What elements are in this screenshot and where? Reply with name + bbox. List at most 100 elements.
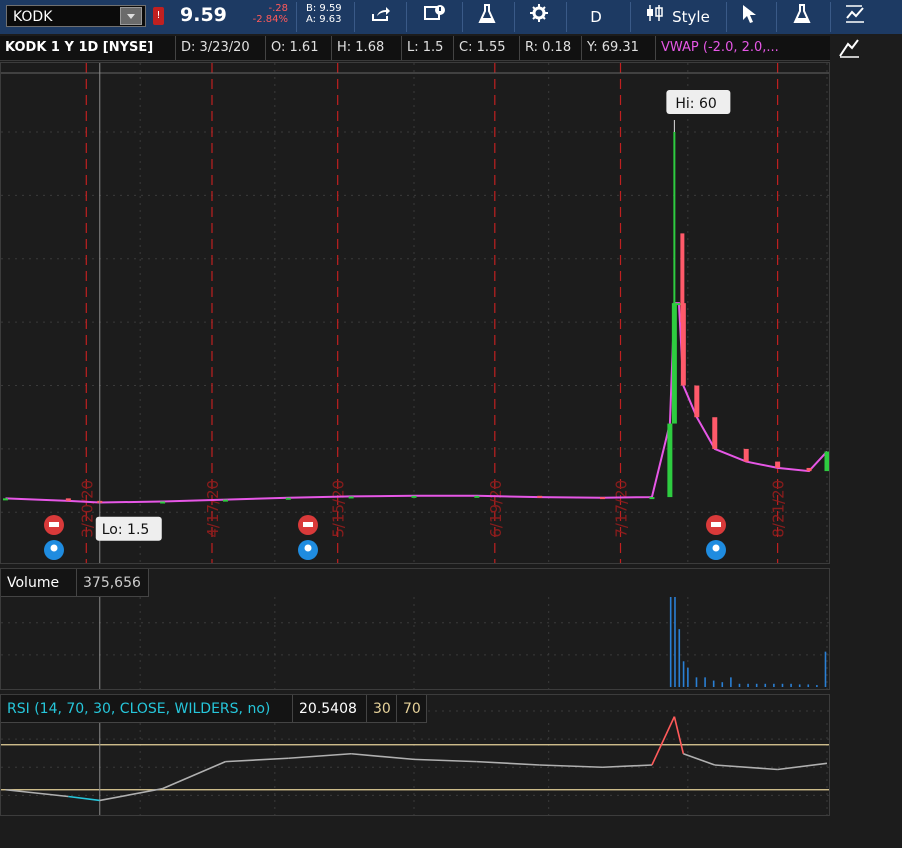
expiration-label: 6/19/20: [487, 480, 505, 538]
period-button[interactable]: D: [582, 4, 610, 30]
alert-flag-icon[interactable]: !: [153, 7, 164, 25]
volume-bar: [704, 677, 706, 687]
header-low: L: 1.5: [402, 36, 454, 60]
price-pane[interactable]: 3/20/20 4/17/20 5/15/20 6/19/20 7/17/20 8/21/…: [0, 62, 830, 564]
rsi-segment: [68, 795, 100, 802]
rsi-study-label[interactable]: RSI (14, 70, 30, CLOSE, WILDERS, no): [1, 695, 293, 723]
volume-bar: [674, 597, 676, 687]
price-candle: [537, 495, 543, 498]
studies-flask-icon[interactable]: [474, 4, 500, 30]
style-menu[interactable]: Style: [668, 4, 714, 30]
candle-style-icon[interactable]: [644, 4, 666, 30]
volume-bar: [730, 677, 732, 687]
expiration-label: 7/17/20: [613, 480, 631, 538]
ask: A: 9.63: [306, 14, 342, 25]
divider: [514, 2, 515, 32]
chart-title[interactable]: KODK 1 Y 1D [NYSE]: [0, 36, 176, 60]
lightbulb-glyph: [712, 544, 720, 552]
divider: [354, 2, 355, 32]
rsi-axis: [832, 694, 902, 816]
volume-bar: [682, 661, 685, 687]
header-close: C: 1.55: [454, 36, 520, 60]
price-candle: [2, 498, 8, 501]
volume-bar: [798, 684, 801, 687]
volume-bar: [781, 683, 784, 687]
expiration-label: 5/15/20: [330, 480, 348, 538]
divider: [406, 2, 407, 32]
chart-style-icon[interactable]: [838, 38, 860, 62]
lightbulb-glyph: [304, 544, 312, 552]
pct-change: -2.84%: [252, 14, 288, 25]
divider: [776, 2, 777, 32]
price-candle: [806, 467, 812, 472]
price-candle: [474, 495, 480, 498]
earnings-icon-glyph: [49, 522, 59, 527]
volume-bar: [816, 685, 818, 687]
volume-axis: [832, 568, 902, 690]
rsi-segment: [714, 764, 778, 771]
header-open: O: 1.61: [266, 36, 332, 60]
volume-bar: [678, 629, 681, 687]
rsi-value: 20.5408: [293, 695, 367, 723]
bid: B: 9.59: [306, 3, 342, 14]
price-axis: [832, 62, 902, 564]
cursor-icon[interactable]: [738, 4, 760, 30]
volume-bar: [755, 683, 758, 687]
header-range: R: 0.18: [520, 36, 582, 60]
price-candle: [285, 497, 291, 500]
earnings-icon-glyph: [711, 522, 721, 527]
price-candle: [712, 417, 718, 449]
expiration-label: 8/21/20: [770, 480, 788, 538]
expiration-label: 4/17/20: [204, 480, 222, 538]
rsi-pane[interactable]: RSI (14, 70, 30, CLOSE, WILDERS, no) 20.…: [0, 694, 830, 816]
expiration-label: 3/20/20: [78, 480, 96, 538]
price-candle: [65, 498, 71, 501]
volume-bar: [773, 683, 775, 687]
rsi-oversold-level: 30: [367, 695, 397, 723]
settings-gear-icon[interactable]: [526, 4, 552, 30]
rsi-segment: [288, 752, 352, 760]
volume-bar: [712, 680, 715, 687]
earnings-icon-glyph: [303, 522, 313, 527]
volume-bar: [669, 597, 672, 687]
time-axis: [0, 816, 902, 848]
volume-pane[interactable]: Volume 375,656: [0, 568, 830, 690]
rsi-segment: [777, 762, 828, 771]
price-chart[interactable]: 3/20/20 4/17/20 5/15/20 6/19/20 7/17/20 8/21/…: [1, 63, 829, 563]
rsi-segment: [476, 760, 540, 766]
price-candle: [600, 497, 606, 500]
rsi-segment: [602, 764, 652, 769]
header-high: H: 1.68: [332, 36, 402, 60]
price-change: -.28 -2.84%: [246, 3, 288, 25]
price-candle: [743, 448, 749, 462]
volume-bar: [747, 683, 749, 687]
rsi-segment: [225, 757, 289, 763]
rsi-segment: [162, 760, 226, 790]
divider: [630, 2, 631, 32]
rsi-segment: [673, 716, 685, 754]
alert-chart-icon[interactable]: [420, 4, 450, 30]
volume-bar: [764, 683, 767, 687]
share-icon[interactable]: [366, 4, 396, 30]
drawings-flask-icon[interactable]: [790, 4, 814, 30]
lo-callout-text: Lo: 1.5: [102, 522, 150, 538]
symbol-dropdown-icon[interactable]: [120, 7, 142, 25]
drawing-tools-icon[interactable]: [842, 4, 868, 30]
price-candle: [411, 495, 417, 498]
price-candle: [222, 499, 228, 502]
header-date: D: 3/23/20: [176, 36, 266, 60]
price-candle: [824, 451, 829, 472]
volume-bar: [695, 677, 698, 687]
rsi-segment: [413, 758, 477, 763]
volume-bar: [687, 667, 689, 687]
volume-bar: [807, 684, 810, 687]
divider: [462, 2, 463, 32]
volume-value: 375,656: [77, 569, 149, 597]
vwap-study-label[interactable]: VWAP (-2.0, 2.0,...: [656, 36, 830, 60]
price-candle: [775, 461, 781, 468]
volume-label: Volume: [1, 569, 77, 597]
net-change: -.28: [268, 3, 288, 14]
divider: [830, 2, 831, 32]
price-candle: [667, 423, 673, 498]
price-candle: [694, 385, 700, 418]
